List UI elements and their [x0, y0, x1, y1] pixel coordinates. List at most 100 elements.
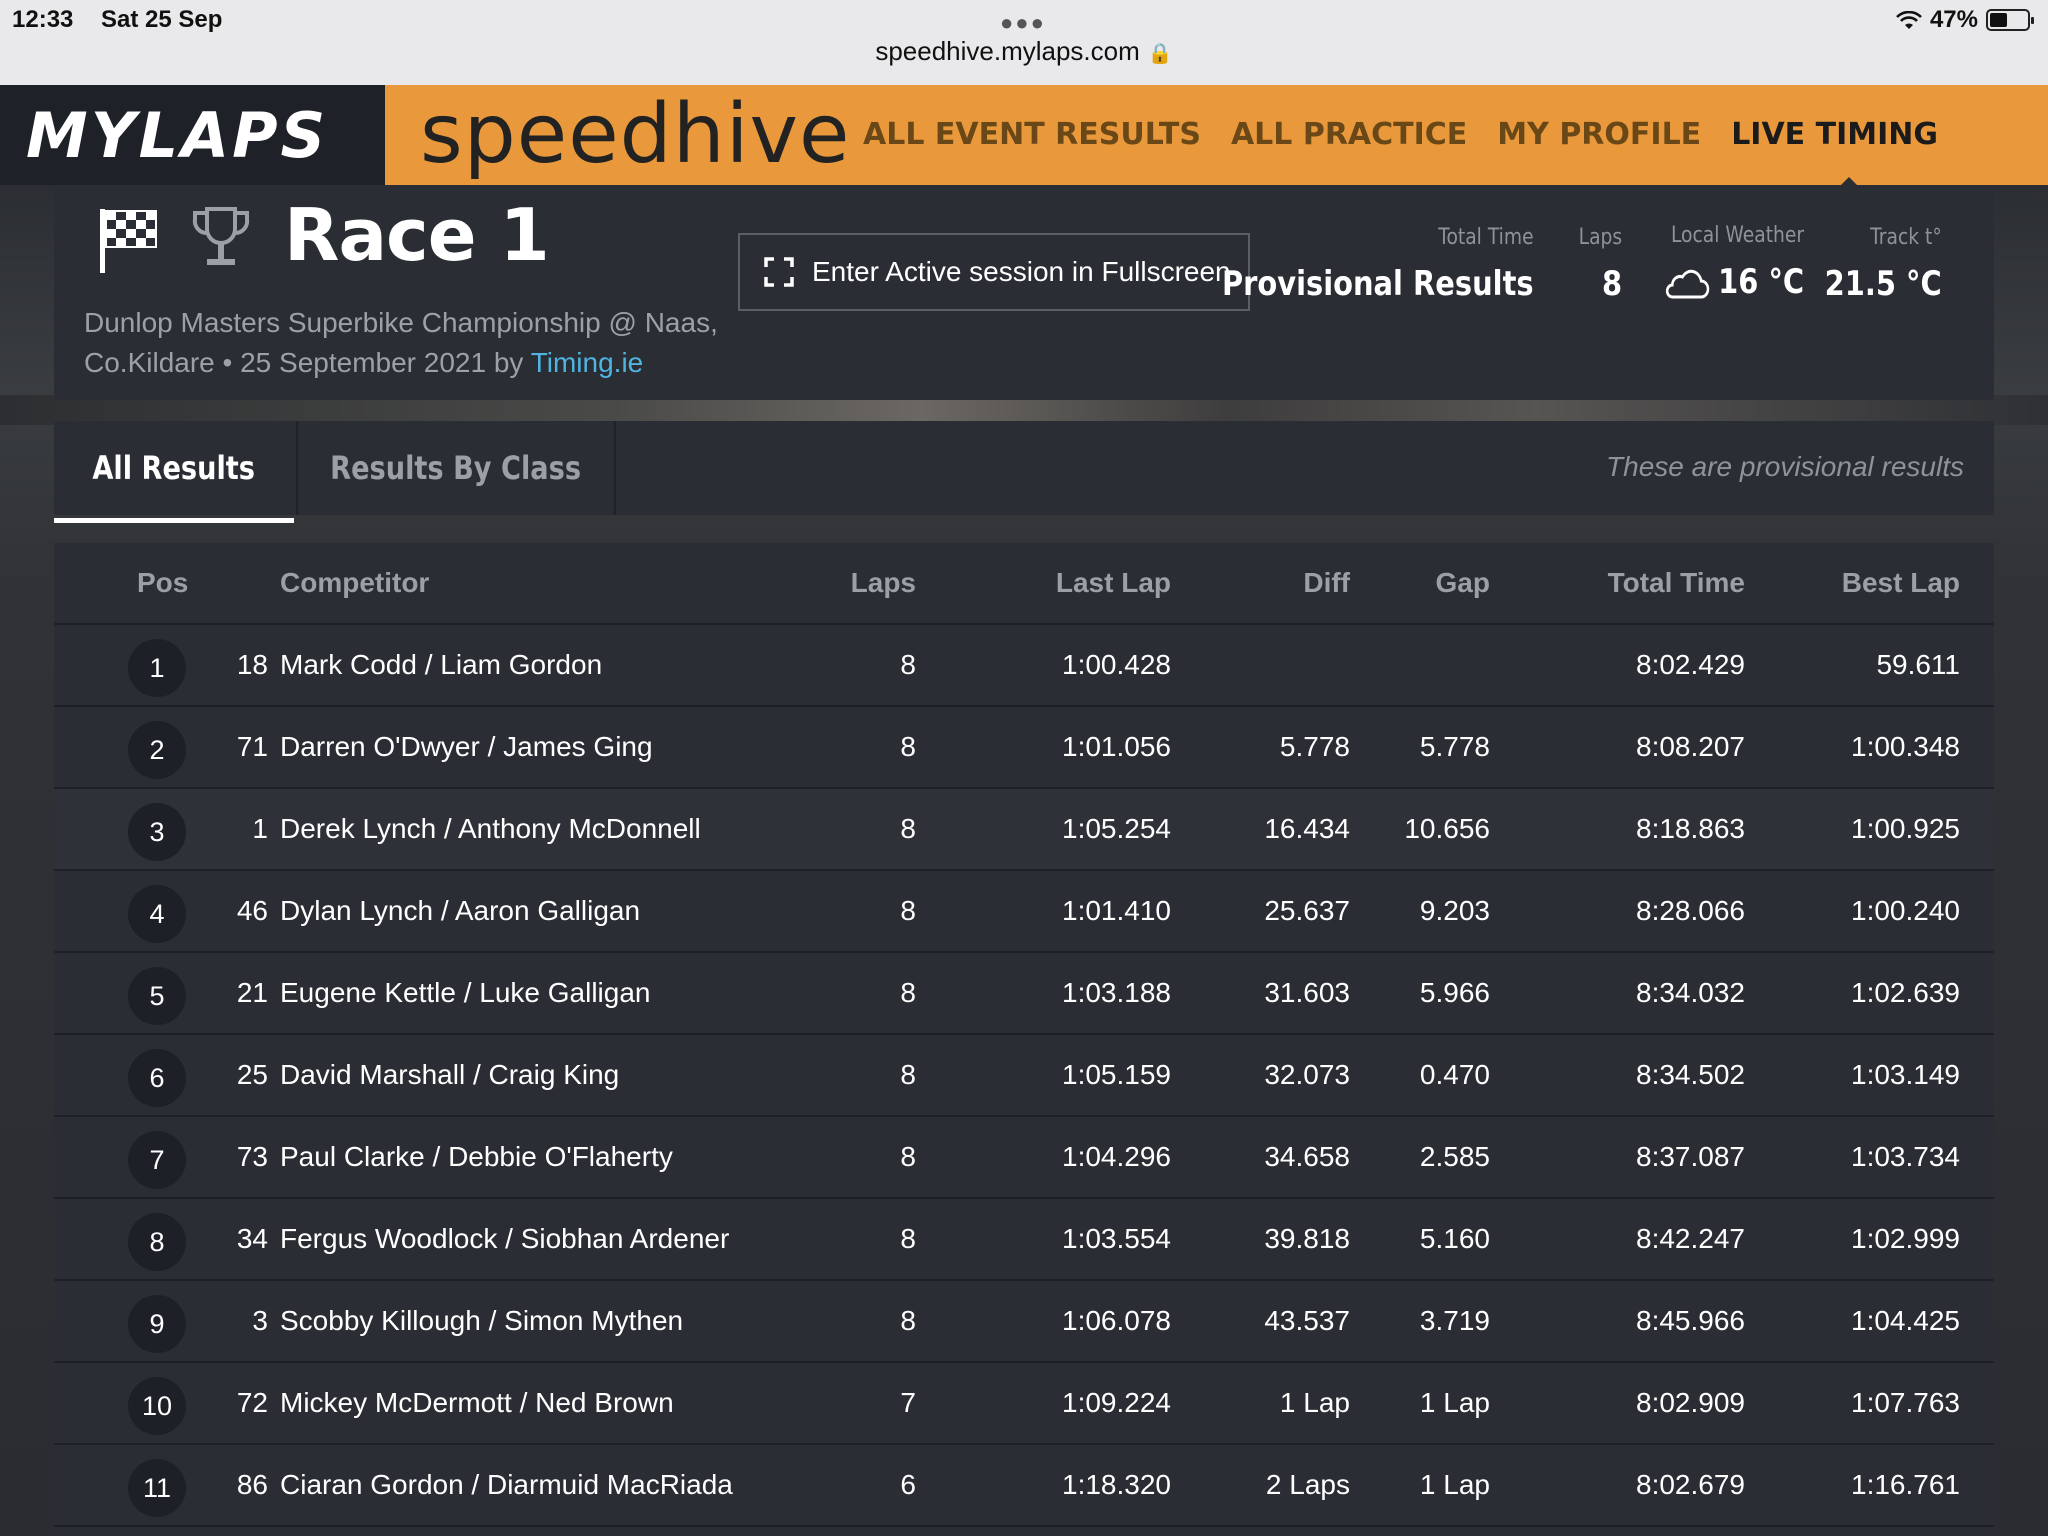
competitor-name: Dylan Lynch / Aaron Galligan: [280, 895, 641, 926]
total-time-cell: 8:02.909: [1636, 1387, 1745, 1418]
diff-cell: 34.658: [1264, 1141, 1350, 1172]
last-lap-cell: 1:18.320: [1062, 1469, 1171, 1500]
total-time-cell: 8:34.032: [1636, 977, 1745, 1008]
nav-my-profile[interactable]: MY PROFILE: [1497, 117, 1701, 152]
last-lap-cell: 1:01.056: [1062, 731, 1171, 762]
gap-cell: 10.656: [1404, 813, 1490, 844]
total-time-value: Provisional Results: [1222, 264, 1534, 304]
competitor-name: David Marshall / Craig King: [280, 1059, 620, 1090]
tab-results-by-class-label: Results By Class: [330, 449, 582, 487]
car-number: 1: [252, 813, 268, 844]
nav-all-practice[interactable]: ALL PRACTICE: [1231, 117, 1467, 152]
last-lap-cell: 1:03.188: [1062, 977, 1171, 1008]
col-best-lap[interactable]: Best Lap: [1842, 567, 1960, 599]
weather-value-wrap: 16 °C: [1662, 262, 1804, 302]
table-row[interactable]: 6 25 David Marshall / Craig King 8 1:05.159 3…: [54, 1035, 1994, 1117]
col-last-lap[interactable]: Last Lap: [1056, 567, 1171, 599]
track-temp-value: 21.5 °C: [1824, 264, 1942, 304]
col-total-time[interactable]: Total Time: [1608, 567, 1745, 599]
car-number: 72: [236, 1387, 268, 1418]
diff-cell: 31.603: [1264, 977, 1350, 1008]
col-pos[interactable]: Pos: [137, 567, 188, 599]
laps-cell: 8: [900, 1059, 916, 1090]
best-lap-cell: 1:00.240: [1851, 895, 1960, 926]
position-badge: 7: [128, 1131, 186, 1189]
total-time-cell: 8:42.247: [1636, 1223, 1745, 1254]
gap-cell: 5.778: [1419, 731, 1490, 762]
position-badge: 11: [128, 1459, 186, 1517]
best-lap-cell: 1:03.734: [1851, 1141, 1960, 1172]
total-time-cell: 8:34.502: [1636, 1059, 1745, 1090]
tab-results-by-class[interactable]: Results By Class: [296, 421, 616, 515]
wifi-icon: [1896, 10, 1922, 30]
table-header: Pos Competitor Laps Last Lap Diff Gap To…: [54, 543, 1994, 625]
best-lap-cell: 1:00.348: [1851, 731, 1960, 762]
url-text[interactable]: speedhive.mylaps.com: [875, 36, 1139, 66]
competitor-name: Derek Lynch / Anthony McDonnell: [280, 813, 701, 844]
laps-cell: 7: [900, 1387, 916, 1418]
table-row[interactable]: 10 72 Mickey McDermott / Ned Brown 7 1:09.22…: [54, 1363, 1994, 1445]
best-lap-cell: 1:03.149: [1851, 1059, 1960, 1090]
track-temp-label: Track t°: [1870, 225, 1942, 250]
nav-live-timing[interactable]: LIVE TIMING: [1731, 117, 1938, 152]
col-gap[interactable]: Gap: [1436, 567, 1490, 599]
best-lap-cell: 1:04.425: [1851, 1305, 1960, 1336]
laps-cell: 8: [900, 1141, 916, 1172]
table-row[interactable]: 2 71 Darren O'Dwyer / James Ging 8 1:01.056 5…: [54, 707, 1994, 789]
table-row[interactable]: 8 34 Fergus Woodlock / Siobhan Ardener 8 1:0…: [54, 1199, 1994, 1281]
total-time-cell: 8:37.087: [1636, 1141, 1745, 1172]
laps-cell: 6: [900, 1469, 916, 1500]
gap-cell: 2.585: [1419, 1141, 1490, 1172]
table-row[interactable]: 1 18 Mark Codd / Liam Gordon 8 1:00.428 8:02.…: [54, 625, 1994, 707]
position-badge: 4: [128, 885, 186, 943]
nav-all-event-results[interactable]: ALL EVENT RESULTS: [863, 117, 1201, 152]
table-row[interactable]: 3 1 Derek Lynch / Anthony McDonnell 8 1:05.2…: [54, 789, 1994, 871]
position-badge: 10: [128, 1377, 186, 1435]
laps-cell: 8: [900, 649, 916, 680]
main-nav: ALL EVENT RESULTS ALL PRACTICE MY PROFIL…: [863, 117, 1938, 152]
table-row[interactable]: 4 46 Dylan Lynch / Aaron Galligan 8 1:01.410…: [54, 871, 1994, 953]
car-number: 18: [236, 649, 268, 680]
mylaps-logo[interactable]: MYLAPS: [0, 85, 385, 185]
car-number: 86: [236, 1469, 268, 1500]
site-header: MYLAPS speedhive ALL EVENT RESULTS ALL P…: [0, 85, 2048, 186]
diff-cell: 2 Laps: [1265, 1469, 1350, 1500]
tab-all-results-label: All Results: [92, 449, 256, 487]
best-lap-cell: 1:02.999: [1851, 1223, 1960, 1254]
col-competitor[interactable]: Competitor: [280, 567, 429, 599]
browser-status-bar: 12:33 Sat 25 Sep ●●● speedhive.mylaps.co…: [0, 0, 2048, 85]
diff-cell: 16.434: [1264, 813, 1350, 844]
organizer-link[interactable]: Timing.ie: [531, 347, 644, 378]
competitor-name: Mark Codd / Liam Gordon: [280, 649, 603, 680]
last-lap-cell: 1:00.428: [1062, 649, 1171, 680]
laps-cell: 8: [900, 813, 916, 844]
address-bar[interactable]: speedhive.mylaps.com 🔒: [0, 36, 2048, 67]
tab-all-results[interactable]: All Results: [54, 421, 294, 523]
col-diff[interactable]: Diff: [1303, 567, 1350, 599]
diff-cell: 25.637: [1264, 895, 1350, 926]
table-row[interactable]: 7 73 Paul Clarke / Debbie O'Flaherty 8 1:04.…: [54, 1117, 1994, 1199]
best-lap-cell: 1:16.761: [1851, 1469, 1960, 1500]
speedhive-logo[interactable]: speedhive: [420, 87, 850, 182]
laps-cell: 8: [900, 977, 916, 1008]
gap-cell: 1 Lap: [1419, 1387, 1490, 1418]
laps-label: Laps: [1578, 225, 1622, 250]
best-lap-cell: 1:02.639: [1851, 977, 1960, 1008]
more-dots-icon[interactable]: ●●●: [1000, 10, 1046, 36]
provisional-note: These are provisional results: [1606, 451, 1964, 482]
stat-weather: Local Weather 16 °C: [1637, 223, 1804, 302]
gap-cell: 9.203: [1419, 895, 1490, 926]
table-row[interactable]: 11 86 Ciaran Gordon / Diarmuid MacRiada 6 1:…: [54, 1445, 1994, 1527]
gap-cell: 5.160: [1419, 1223, 1490, 1254]
position-badge: 3: [128, 803, 186, 861]
laps-cell: 8: [900, 1223, 916, 1254]
table-row[interactable]: 5 21 Eugene Kettle / Luke Galligan 8 1:03.18…: [54, 953, 1994, 1035]
table-row[interactable]: 9 3 Scobby Killough / Simon Mythen 8 1:06.07…: [54, 1281, 1994, 1363]
last-lap-cell: 1:03.554: [1062, 1223, 1171, 1254]
total-time-cell: 8:18.863: [1636, 813, 1745, 844]
col-laps[interactable]: Laps: [851, 567, 916, 599]
total-time-cell: 8:28.066: [1636, 895, 1745, 926]
car-number: 46: [236, 895, 268, 926]
position-badge: 6: [128, 1049, 186, 1107]
lock-icon: 🔒: [1147, 43, 1173, 65]
